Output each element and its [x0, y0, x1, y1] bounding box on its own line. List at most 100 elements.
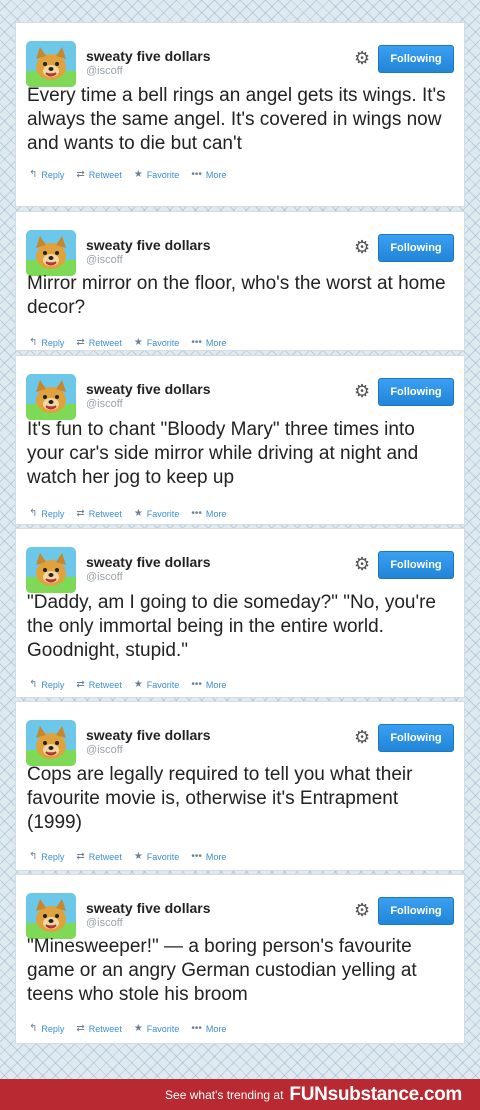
action-label: More	[205, 851, 227, 862]
tweet-card: sweaty five dollars @iscoff ⚙ Following It's…	[15, 355, 465, 525]
avatar[interactable]	[26, 374, 76, 420]
retweet-icon: ⇄	[76, 679, 85, 690]
action-label: More	[205, 337, 227, 348]
retweet-action[interactable]: ⇄ Retweet	[76, 851, 121, 862]
favorite-action[interactable]: ★ Favorite	[134, 679, 179, 690]
user-name[interactable]: sweaty five dollars	[86, 554, 211, 570]
tweet-actions: ↰ Reply ⇄ Retweet ★ Favorite ••• More	[29, 508, 226, 519]
more-action[interactable]: ••• More	[191, 1023, 226, 1034]
tweet-actions: ↰ Reply ⇄ Retweet ★ Favorite ••• More	[29, 851, 226, 862]
retweet-icon: ⇄	[76, 1023, 85, 1034]
retweet-action[interactable]: ⇄ Retweet	[76, 1023, 121, 1034]
action-label: Favorite	[146, 1023, 180, 1034]
action-label: More	[205, 1023, 227, 1034]
action-label: Favorite	[146, 679, 180, 690]
more-icon: •••	[191, 679, 202, 690]
favorite-action[interactable]: ★ Favorite	[134, 508, 179, 519]
more-action[interactable]: ••• More	[191, 337, 226, 348]
gear-icon[interactable]: ⚙	[354, 49, 370, 67]
reply-icon: ↰	[29, 679, 38, 690]
action-label: Reply	[41, 851, 65, 862]
action-label: Reply	[41, 679, 65, 690]
reply-action[interactable]: ↰ Reply	[29, 508, 64, 519]
star-icon: ★	[133, 851, 143, 862]
gear-icon[interactable]: ⚙	[354, 901, 370, 919]
tweet-text: Every time a bell rings an angel gets it…	[27, 85, 446, 154]
gear-icon[interactable]: ⚙	[354, 728, 370, 746]
tweet-card: sweaty five dollars @iscoff ⚙ Following Cops…	[15, 701, 465, 871]
reply-action[interactable]: ↰ Reply	[29, 337, 64, 348]
retweet-action[interactable]: ⇄ Retweet	[76, 169, 121, 180]
action-label: Favorite	[146, 851, 180, 862]
tweet-text: Mirror mirror on the floor, who's the wo…	[27, 273, 446, 318]
star-icon: ★	[133, 337, 143, 348]
following-button[interactable]: Following	[378, 378, 454, 406]
retweet-action[interactable]: ⇄ Retweet	[76, 679, 121, 690]
more-action[interactable]: ••• More	[191, 679, 226, 690]
avatar[interactable]	[26, 547, 76, 593]
user-name[interactable]: sweaty five dollars	[86, 237, 211, 253]
user-handle[interactable]: @iscoff	[86, 917, 123, 929]
tweet-card: sweaty five dollars @iscoff ⚙ Following Ever…	[15, 22, 465, 207]
reply-action[interactable]: ↰ Reply	[29, 1023, 64, 1034]
tweet-card: sweaty five dollars @iscoff ⚙ Following Mirr…	[15, 211, 465, 351]
user-handle[interactable]: @iscoff	[86, 398, 123, 410]
user-name[interactable]: sweaty five dollars	[86, 727, 211, 743]
retweet-icon: ⇄	[76, 851, 85, 862]
favorite-action[interactable]: ★ Favorite	[134, 169, 179, 180]
action-label: Retweet	[88, 169, 122, 180]
tweet-text: "Daddy, am I going to die someday?" "No,…	[27, 592, 437, 661]
more-action[interactable]: ••• More	[191, 508, 226, 519]
following-button[interactable]: Following	[378, 551, 454, 579]
action-label: Reply	[41, 337, 65, 348]
retweet-icon: ⇄	[76, 337, 85, 348]
avatar[interactable]	[26, 230, 76, 276]
reply-action[interactable]: ↰ Reply	[29, 169, 64, 180]
more-icon: •••	[191, 508, 202, 519]
gear-icon[interactable]: ⚙	[354, 555, 370, 573]
action-label: Retweet	[88, 851, 122, 862]
reply-action[interactable]: ↰ Reply	[29, 851, 64, 862]
action-label: Retweet	[88, 679, 122, 690]
footer-text: See what's trending at	[165, 1087, 284, 1102]
action-label: Reply	[41, 169, 65, 180]
action-label: Favorite	[146, 508, 180, 519]
tweet-card: sweaty five dollars @iscoff ⚙ Following "Min…	[15, 874, 465, 1044]
gear-icon[interactable]: ⚙	[354, 238, 370, 256]
reply-icon: ↰	[29, 508, 38, 519]
reply-action[interactable]: ↰ Reply	[29, 679, 64, 690]
tweet-text: Cops are legally required to tell you wh…	[27, 764, 413, 833]
following-button[interactable]: Following	[378, 45, 454, 73]
action-label: Retweet	[88, 1023, 122, 1034]
avatar[interactable]	[26, 720, 76, 766]
favorite-action[interactable]: ★ Favorite	[134, 851, 179, 862]
retweet-action[interactable]: ⇄ Retweet	[76, 337, 121, 348]
avatar[interactable]	[26, 41, 76, 87]
following-button[interactable]: Following	[378, 724, 454, 752]
user-handle[interactable]: @iscoff	[86, 254, 123, 266]
action-label: Reply	[41, 1023, 65, 1034]
following-button[interactable]: Following	[378, 897, 454, 925]
more-icon: •••	[191, 1023, 202, 1034]
retweet-action[interactable]: ⇄ Retweet	[76, 508, 121, 519]
user-handle[interactable]: @iscoff	[86, 744, 123, 756]
user-name[interactable]: sweaty five dollars	[86, 48, 211, 64]
gear-icon[interactable]: ⚙	[354, 382, 370, 400]
action-label: More	[205, 508, 227, 519]
user-handle[interactable]: @iscoff	[86, 65, 123, 77]
user-name[interactable]: sweaty five dollars	[86, 381, 211, 397]
more-action[interactable]: ••• More	[191, 169, 226, 180]
more-icon: •••	[191, 851, 202, 862]
action-label: Favorite	[146, 169, 180, 180]
tweet-feed: sweaty five dollars @iscoff ⚙ Following Ever…	[0, 0, 480, 1110]
avatar[interactable]	[26, 893, 76, 939]
favorite-action[interactable]: ★ Favorite	[134, 337, 179, 348]
user-name[interactable]: sweaty five dollars	[86, 900, 211, 916]
tweet-card: sweaty five dollars @iscoff ⚙ Following "Dad…	[15, 528, 465, 698]
favorite-action[interactable]: ★ Favorite	[134, 1023, 179, 1034]
following-button[interactable]: Following	[378, 234, 454, 262]
user-handle[interactable]: @iscoff	[86, 571, 123, 583]
footer-banner[interactable]: See what's trending at FUNsubstance.com	[0, 1079, 480, 1110]
more-action[interactable]: ••• More	[191, 851, 226, 862]
more-icon: •••	[191, 169, 202, 180]
